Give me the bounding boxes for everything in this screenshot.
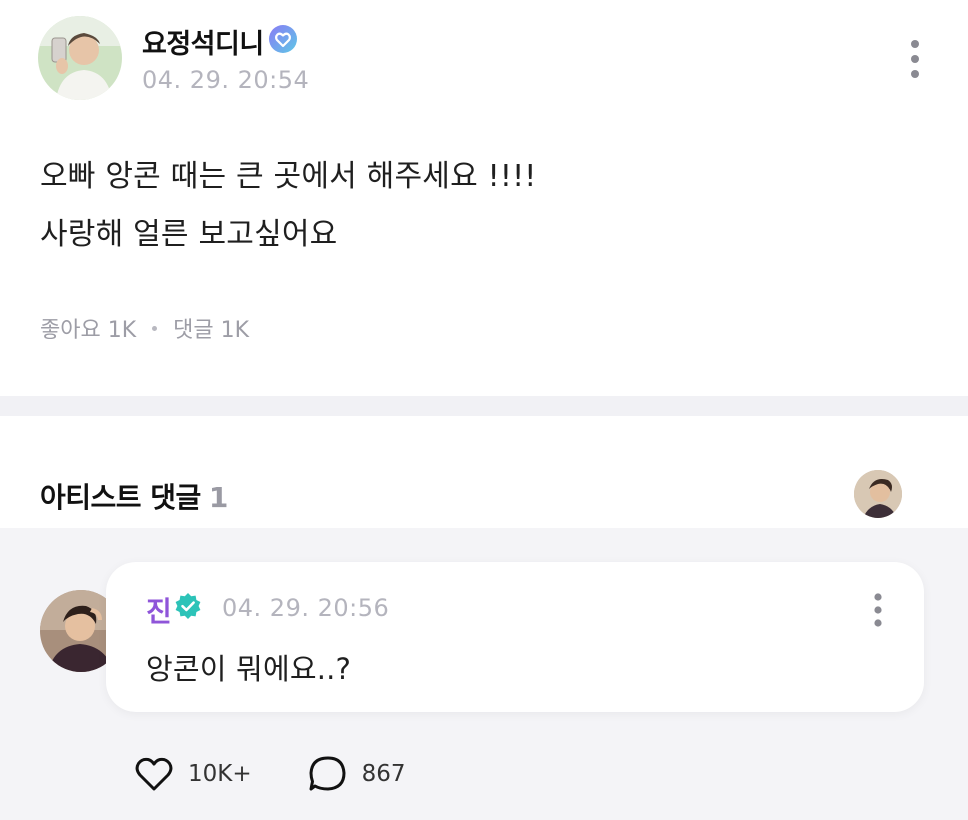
comment-bubble: 진 04. 29. 20:56 앙콘이 뭐에요..?: [106, 562, 924, 712]
more-vertical-icon[interactable]: [900, 36, 930, 82]
heart-icon: [135, 757, 173, 791]
likes-count[interactable]: 좋아요 1K: [40, 312, 136, 344]
like-button[interactable]: 10K+: [132, 752, 252, 796]
like-count: 10K+: [188, 761, 252, 787]
post-body-line: 사랑해 얼른 보고싶어요: [40, 217, 338, 252]
comment-timestamp: 04. 29. 20:56: [222, 594, 390, 622]
reply-count: 867: [361, 761, 406, 787]
author-avatar[interactable]: [38, 16, 122, 100]
comment-actions: 10K+ 867: [132, 752, 460, 796]
post-stats: 좋아요 1K 댓글 1K: [40, 312, 249, 344]
more-vertical-icon[interactable]: [866, 590, 890, 630]
separator-dot: [152, 325, 158, 331]
comment-text: 앙콘이 뭐에요..?: [146, 652, 352, 686]
comment-bubble-icon: [309, 756, 346, 791]
fan-heart-badge-icon: [268, 24, 298, 54]
verified-badge-icon: [174, 592, 202, 620]
comments-count[interactable]: 댓글 1K: [173, 312, 249, 344]
artist-comments-title[interactable]: 아티스트 댓글 1: [40, 476, 228, 516]
section-divider: [0, 396, 968, 416]
fan-post: 요정석디니 04. 29. 20:54 오빠 앙콘 때는 큰 곳에서 해주세요 …: [0, 0, 968, 396]
comment-area: 진 04. 29. 20:56 앙콘이 뭐에요..? 10K+ 867: [0, 528, 968, 820]
post-timestamp: 04. 29. 20:54: [142, 66, 310, 94]
artist-avatar[interactable]: [852, 468, 904, 520]
reply-button[interactable]: 867: [306, 752, 406, 796]
author-name[interactable]: 요정석디니: [142, 22, 264, 61]
artist-comments-header: 아티스트 댓글 1: [0, 416, 968, 528]
artist-comments-count: 1: [208, 481, 228, 514]
post-body-line: 오빠 앙콘 때는 큰 곳에서 해주세요 !!!!: [40, 159, 537, 194]
artist-comments-label: 아티스트 댓글: [40, 481, 201, 514]
post-body: 오빠 앙콘 때는 큰 곳에서 해주세요 !!!! 사랑해 얼른 보고싶어요: [40, 148, 537, 264]
comment-author[interactable]: 진: [146, 590, 172, 630]
